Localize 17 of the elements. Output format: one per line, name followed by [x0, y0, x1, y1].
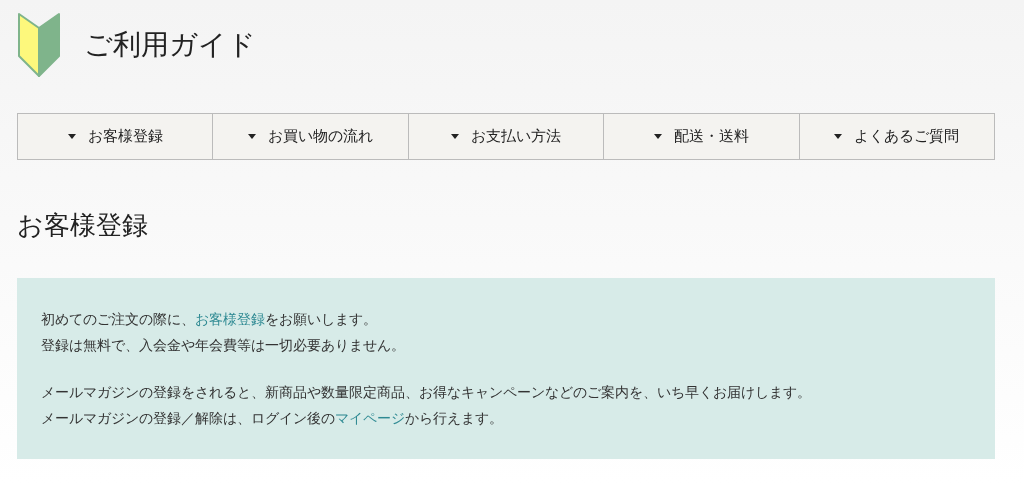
page-title: ご利用ガイド [84, 30, 256, 59]
info-text: メールマガジンの登録／解除は、ログイン後のマイページから行えます。 [41, 409, 503, 428]
caret-icon [834, 134, 843, 139]
beginner-mark-icon [16, 11, 62, 78]
nav-tab[interactable]: お客様登録 [18, 114, 213, 159]
section-heading: お客様登録 [17, 212, 149, 238]
caret-icon [248, 134, 257, 139]
nav-tab[interactable]: お支払い方法 [407, 114, 604, 159]
nav-tab[interactable]: 配送・送料 [603, 114, 799, 159]
info-text: 初めてのご注文の際に、お客様登録をお願いします。 [41, 310, 377, 329]
caret-icon [653, 134, 662, 139]
info-text: メールマガジンの登録をされると、新商品や数量限定商品、お得なキャンペーンなどのご案内を、いち早くお届けします。 [41, 383, 811, 402]
caret-icon [451, 134, 459, 139]
caret-icon [67, 134, 76, 139]
nav-tab[interactable]: よくあるご質問 [798, 114, 995, 159]
info-text: 登録は無料で、入会金や年会費等は一切必要ありません。 [41, 336, 405, 355]
nav-tab[interactable]: お買い物の流れ [212, 114, 408, 159]
